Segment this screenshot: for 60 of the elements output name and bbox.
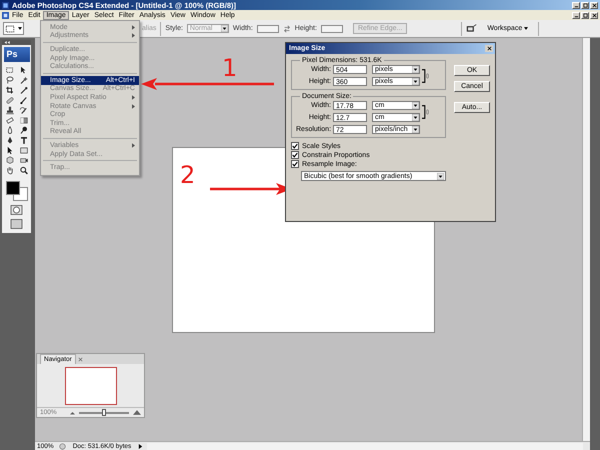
history-brush-icon <box>18 106 28 114</box>
vertical-scrollbar[interactable] <box>582 38 590 441</box>
lasso-icon <box>4 76 14 84</box>
dropdown-arrow-icon <box>437 172 444 180</box>
shape-icon <box>18 146 28 154</box>
dodge-icon <box>18 126 28 134</box>
color-swatches-icon[interactable] <box>6 181 28 201</box>
close-icon <box>592 2 596 8</box>
zoom-in-icon[interactable] <box>133 410 141 415</box>
caret-icon <box>524 27 528 30</box>
close-icon <box>592 12 596 18</box>
swap-icon[interactable] <box>282 24 291 32</box>
checkbox[interactable] <box>291 151 299 159</box>
eyedropper-icon <box>18 86 28 94</box>
screen-mode-button[interactable] <box>8 218 24 229</box>
close-button[interactable] <box>485 45 493 52</box>
step-number: 2 <box>180 163 196 187</box>
close-icon[interactable] <box>78 357 83 362</box>
type-icon <box>18 136 28 144</box>
tool-preset-button[interactable] <box>3 22 24 35</box>
eraser-icon <box>4 116 14 124</box>
play-icon[interactable] <box>138 444 143 448</box>
minimize-button[interactable] <box>572 2 580 8</box>
collapse-icon[interactable] <box>2 40 31 45</box>
zoom-icon <box>18 166 28 174</box>
bandage-icon <box>4 96 14 104</box>
gradient-icon <box>18 116 28 124</box>
slider-thumb[interactable] <box>102 408 106 416</box>
caret-icon <box>18 27 22 30</box>
checkbox[interactable] <box>291 142 299 150</box>
brush-icon <box>18 96 28 104</box>
crop-icon <box>4 86 14 94</box>
horizontal-scrollbar[interactable] <box>147 442 583 450</box>
dropdown-arrow-icon <box>220 25 228 32</box>
marquee-icon <box>4 66 14 74</box>
monitor-icon[interactable] <box>466 24 478 33</box>
dropdown-arrow-icon <box>412 126 419 133</box>
close-button[interactable] <box>590 12 598 18</box>
dropdown-arrow-icon <box>412 78 419 85</box>
camera-icon <box>18 156 28 164</box>
quick-mask-icon <box>10 204 23 214</box>
dropdown-arrow-icon <box>412 114 419 121</box>
dropdown-arrow-icon <box>412 102 419 109</box>
step-number: 1 <box>222 56 238 80</box>
hand-icon <box>4 166 14 174</box>
app-icon <box>2 2 9 8</box>
wand-icon <box>18 76 28 84</box>
app-logo: Ps <box>4 47 30 62</box>
checkbox[interactable] <box>291 160 299 168</box>
stamp-icon <box>4 106 14 114</box>
marquee-icon <box>5 24 15 34</box>
close-icon <box>486 46 492 51</box>
screen-mode-icon <box>10 218 23 228</box>
minimize-button[interactable] <box>572 12 580 18</box>
quick-mask-button[interactable] <box>8 204 24 215</box>
close-button[interactable] <box>590 2 598 8</box>
dropdown-arrow-icon <box>412 66 419 73</box>
zoom-out-icon[interactable] <box>70 410 75 414</box>
document-icon <box>2 12 9 18</box>
navigator-preview <box>64 366 116 404</box>
